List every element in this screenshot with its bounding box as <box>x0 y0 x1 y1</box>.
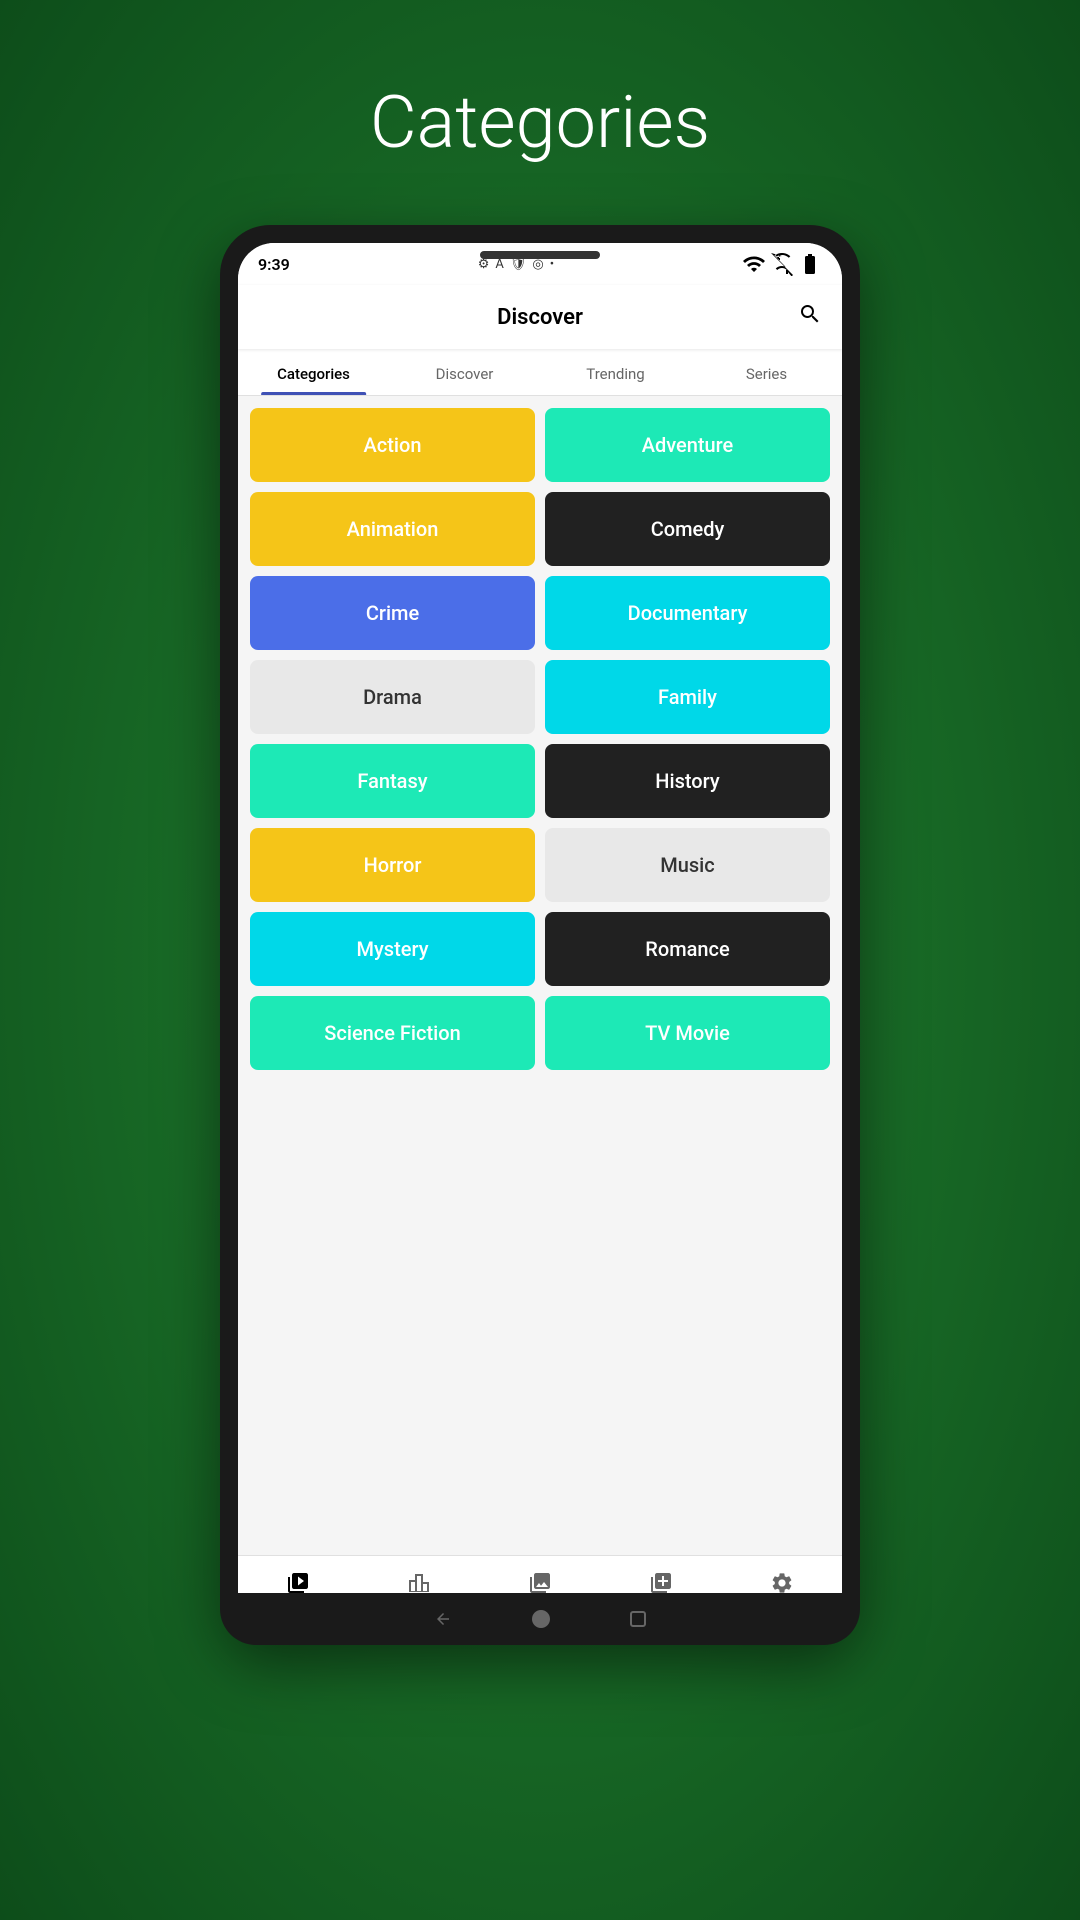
signal-icon <box>770 252 794 276</box>
wifi-icon <box>742 252 766 276</box>
category-item-family[interactable]: Family <box>545 660 830 734</box>
categories-scroll[interactable]: Action Adventure Animation Comedy Crime Docum… <box>238 396 842 1555</box>
home-nav-icon[interactable] <box>532 1610 550 1628</box>
category-label: Drama <box>363 685 422 709</box>
discover-nav-icon <box>286 1571 310 1595</box>
tabs-bar: Categories Discover Trending Series <box>238 349 842 396</box>
category-label: Mystery <box>357 937 429 961</box>
favourite-nav-icon <box>649 1571 673 1595</box>
system-nav-bar <box>220 1593 860 1645</box>
category-item-action[interactable]: Action <box>250 408 535 482</box>
app-title: Discover <box>497 305 583 330</box>
category-item-animation[interactable]: Animation <box>250 492 535 566</box>
category-item-science-fiction[interactable]: Science Fiction <box>250 996 535 1070</box>
category-item-history[interactable]: History <box>545 744 830 818</box>
phone-frame: 9:39 ⚙ A 🛡 ◎ • Discove <box>220 225 860 1645</box>
back-nav-icon[interactable] <box>434 1610 452 1628</box>
category-label: Action <box>364 433 422 457</box>
category-label: Romance <box>645 937 729 961</box>
battery-icon <box>798 252 822 276</box>
category-item-crime[interactable]: Crime <box>250 576 535 650</box>
category-label: History <box>655 769 719 793</box>
category-item-fantasy[interactable]: Fantasy <box>250 744 535 818</box>
tab-discover[interactable]: Discover <box>389 349 540 395</box>
category-label: Horror <box>364 853 422 877</box>
status-right <box>742 252 822 276</box>
search-icon <box>798 302 822 326</box>
category-item-tv-movie[interactable]: TV Movie <box>545 996 830 1070</box>
ranking-nav-icon <box>407 1571 431 1595</box>
top-bar: Discover <box>238 285 842 349</box>
recents-nav-icon[interactable] <box>630 1611 646 1627</box>
category-label: Documentary <box>628 601 748 625</box>
category-label: Comedy <box>651 517 725 541</box>
search-button[interactable] <box>798 302 822 332</box>
category-label: Adventure <box>642 433 734 457</box>
category-item-documentary[interactable]: Documentary <box>545 576 830 650</box>
phone-speaker <box>480 251 600 259</box>
category-label: Science Fiction <box>324 1021 460 1045</box>
category-label: TV Movie <box>645 1021 730 1045</box>
category-label: Animation <box>347 517 439 541</box>
category-item-adventure[interactable]: Adventure <box>545 408 830 482</box>
category-label: Fantasy <box>357 769 427 793</box>
tab-categories[interactable]: Categories <box>238 349 389 395</box>
category-item-music[interactable]: Music <box>545 828 830 902</box>
category-label: Music <box>660 853 714 877</box>
collections-nav-icon <box>528 1571 552 1595</box>
categories-grid: Action Adventure Animation Comedy Crime Docum… <box>250 408 830 1070</box>
category-item-drama[interactable]: Drama <box>250 660 535 734</box>
category-item-comedy[interactable]: Comedy <box>545 492 830 566</box>
category-item-romance[interactable]: Romance <box>545 912 830 986</box>
phone-screen: 9:39 ⚙ A 🛡 ◎ • Discove <box>238 243 842 1627</box>
status-time: 9:39 <box>258 255 290 274</box>
page-background-title: Categories <box>0 80 1080 165</box>
tab-series[interactable]: Series <box>691 349 842 395</box>
settings-nav-icon <box>770 1571 794 1595</box>
category-item-mystery[interactable]: Mystery <box>250 912 535 986</box>
status-bar: 9:39 ⚙ A 🛡 ◎ • <box>238 243 842 285</box>
category-label: Family <box>658 685 717 709</box>
tab-trending[interactable]: Trending <box>540 349 691 395</box>
category-label: Crime <box>366 601 419 625</box>
category-item-horror[interactable]: Horror <box>250 828 535 902</box>
